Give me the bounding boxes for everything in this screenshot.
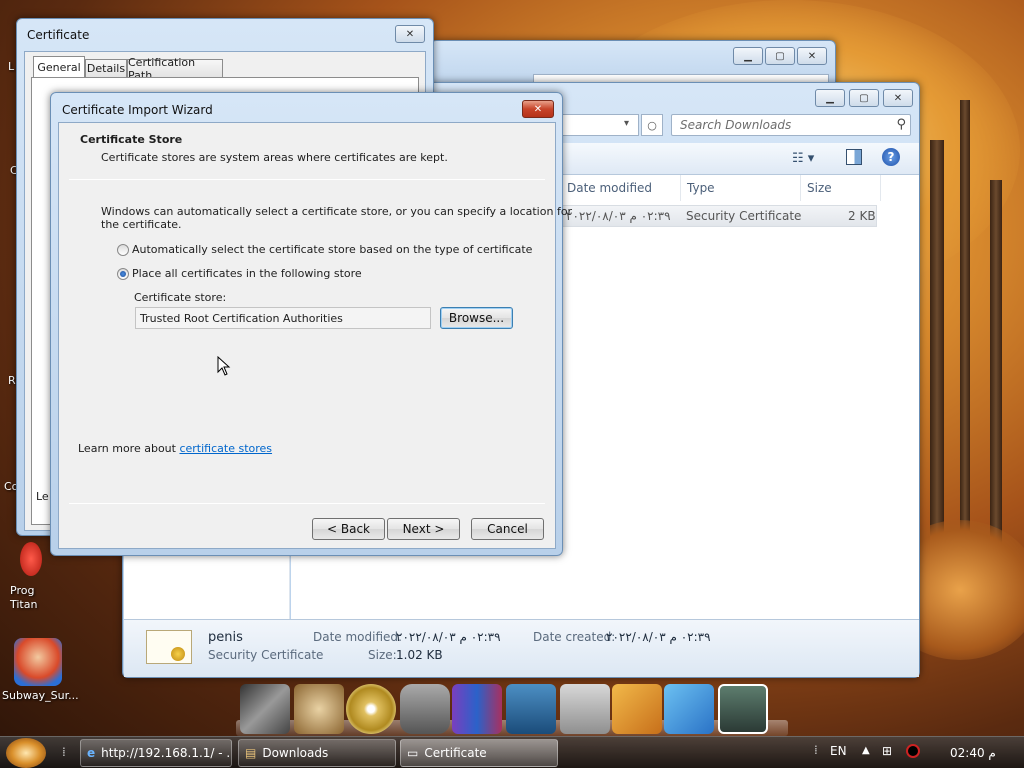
browse-button[interactable]: Browse... [440,307,513,329]
column-header-date[interactable]: Date modified [561,175,681,201]
minimize-button[interactable]: ▁ [815,89,845,107]
program-icon[interactable] [20,542,42,576]
radio-auto-select[interactable] [117,244,129,256]
taskbar-button-label: http://192.168.1.1/ - ... [101,746,232,760]
details-date-created-label: Date created: [533,630,616,644]
details-date-modified: ٠٢:٣٩ م ٢٠٢٢/٠٨/٠٣ [396,630,501,644]
start-button[interactable] [6,738,46,768]
subway-surfers-icon[interactable] [14,638,62,686]
back-button[interactable]: < Back [312,518,385,540]
antivirus-icon[interactable] [906,744,920,758]
certificate-import-wizard: Certificate Import Wizard ✕ Certificate … [50,92,572,556]
section-description: Certificate stores are system areas wher… [101,151,448,164]
details-file-type: Security Certificate [208,648,324,662]
section-title: Certificate Store [80,133,183,146]
file-date: ٠٢:٣٩ م ٢٠٢٢/٠٨/٠٣ [566,209,671,223]
taskbar-button-downloads[interactable]: ▤ Downloads [238,739,396,767]
help-icon[interactable]: ? [882,148,900,166]
preview-pane-icon[interactable] [846,149,862,165]
column-header-size[interactable]: Size [801,175,881,201]
dock-notes-icon[interactable] [612,684,662,734]
radio-place-store[interactable] [117,268,129,280]
file-type: Security Certificate [686,209,802,223]
radio-auto-select-label[interactable]: Automatically select the certificate sto… [132,243,532,256]
mouse-cursor-icon [217,356,231,376]
desktop-edge-text: L [8,60,15,73]
details-file-name: penis [208,630,243,645]
search-input[interactable]: Search Downloads ⚲ [671,114,911,136]
certificate-store-label: Certificate store: [134,291,227,304]
network-icon[interactable]: ⊞ [882,744,892,758]
close-button[interactable]: ✕ [522,100,554,118]
learn-more-text: Learn more about certificate stores [78,442,273,455]
ie-icon: e [87,746,96,760]
maximize-button[interactable]: ▢ [765,47,795,65]
show-hidden-icons-icon[interactable]: ▲ [862,745,870,756]
taskbar-grip-icon: ⁞ [62,745,66,759]
table-row[interactable]: ٠٢:٣٩ م ٢٠٢٢/٠٨/٠٣ Security Certificate … [561,205,877,227]
dock-finder-icon[interactable] [664,684,714,734]
search-placeholder: Search Downloads [680,118,792,132]
file-size: 2 KB [848,209,876,223]
refresh-icon[interactable]: ○ [641,114,663,136]
taskbar-button-label: Downloads [262,746,329,760]
dock-safari-icon[interactable] [294,684,344,734]
chevron-down-icon[interactable]: ▾ [624,118,629,129]
clock[interactable]: 02:40 م [950,746,996,760]
tab-general[interactable]: General [33,56,85,78]
taskbar: ⁞ e http://192.168.1.1/ - ... ▤ Download… [0,736,1024,768]
details-date-modified-label: Date modified: [313,630,403,644]
divider [69,179,545,180]
dock-display-icon[interactable] [560,684,610,734]
details-pane: penis Security Certificate Date modified… [124,619,919,677]
next-button[interactable]: Next > [387,518,460,540]
window-title: Certificate Import Wizard [62,103,213,117]
intro-text: the certificate. [101,218,182,231]
dock-photos-icon[interactable] [452,684,502,734]
desktop-icon-label[interactable]: Subway_Sur... [2,689,79,702]
certificate-store-value: Trusted Root Certification Authorities [140,312,343,325]
intro-text: Windows can automatically select a certi… [101,205,573,218]
certificate-file-icon [146,630,192,664]
folder-icon: ▤ [245,746,257,760]
certificate-store-field[interactable]: Trusted Root Certification Authorities [135,307,431,329]
details-size: 1.02 KB [396,648,443,662]
view-options-icon[interactable]: ☷ ▾ [792,151,814,166]
taskbar-grip-icon: ⁞ [814,743,818,757]
desktop-edge-text: R [8,374,16,387]
desktop-icon-label[interactable]: Prog Titan [10,584,37,612]
dock-computer-icon[interactable] [240,684,290,734]
close-button[interactable]: ✕ [797,47,827,65]
taskbar-button-browser[interactable]: e http://192.168.1.1/ - ... [80,739,232,767]
divider [69,503,545,504]
column-header-type[interactable]: Type [681,175,801,201]
cancel-button[interactable]: Cancel [471,518,544,540]
maximize-button[interactable]: ▢ [849,89,879,107]
partial-text: Le [36,490,49,503]
dock-user-photo-icon[interactable] [718,684,768,734]
dock-dvd-icon[interactable] [346,684,396,734]
certificate-stores-link[interactable]: certificate stores [179,442,272,455]
wizard-body: Certificate Store Certificate stores are… [58,122,572,549]
close-button[interactable]: ✕ [395,25,425,43]
window-title: Certificate [27,28,90,42]
tab-certification-path[interactable]: Certification Path [127,56,223,82]
language-indicator[interactable]: EN [830,744,847,758]
search-icon[interactable]: ⚲ [896,117,906,132]
minimize-button[interactable]: ▁ [733,47,763,65]
details-size-label: Size: [368,648,397,662]
details-date-created: ٠٢:٣٩ م ٢٠٢٢/٠٨/٠٣ [606,630,711,644]
certificate-icon: ▭ [407,746,419,760]
close-button[interactable]: ✕ [883,89,913,107]
taskbar-button-certificate[interactable]: ▭ Certificate [400,739,558,767]
dock-gauge-icon[interactable] [506,684,556,734]
dock-trash-icon[interactable] [400,684,450,734]
radio-place-store-label[interactable]: Place all certificates in the following … [132,267,362,280]
taskbar-button-label: Certificate [424,746,487,760]
tab-details[interactable]: Details [85,59,127,78]
